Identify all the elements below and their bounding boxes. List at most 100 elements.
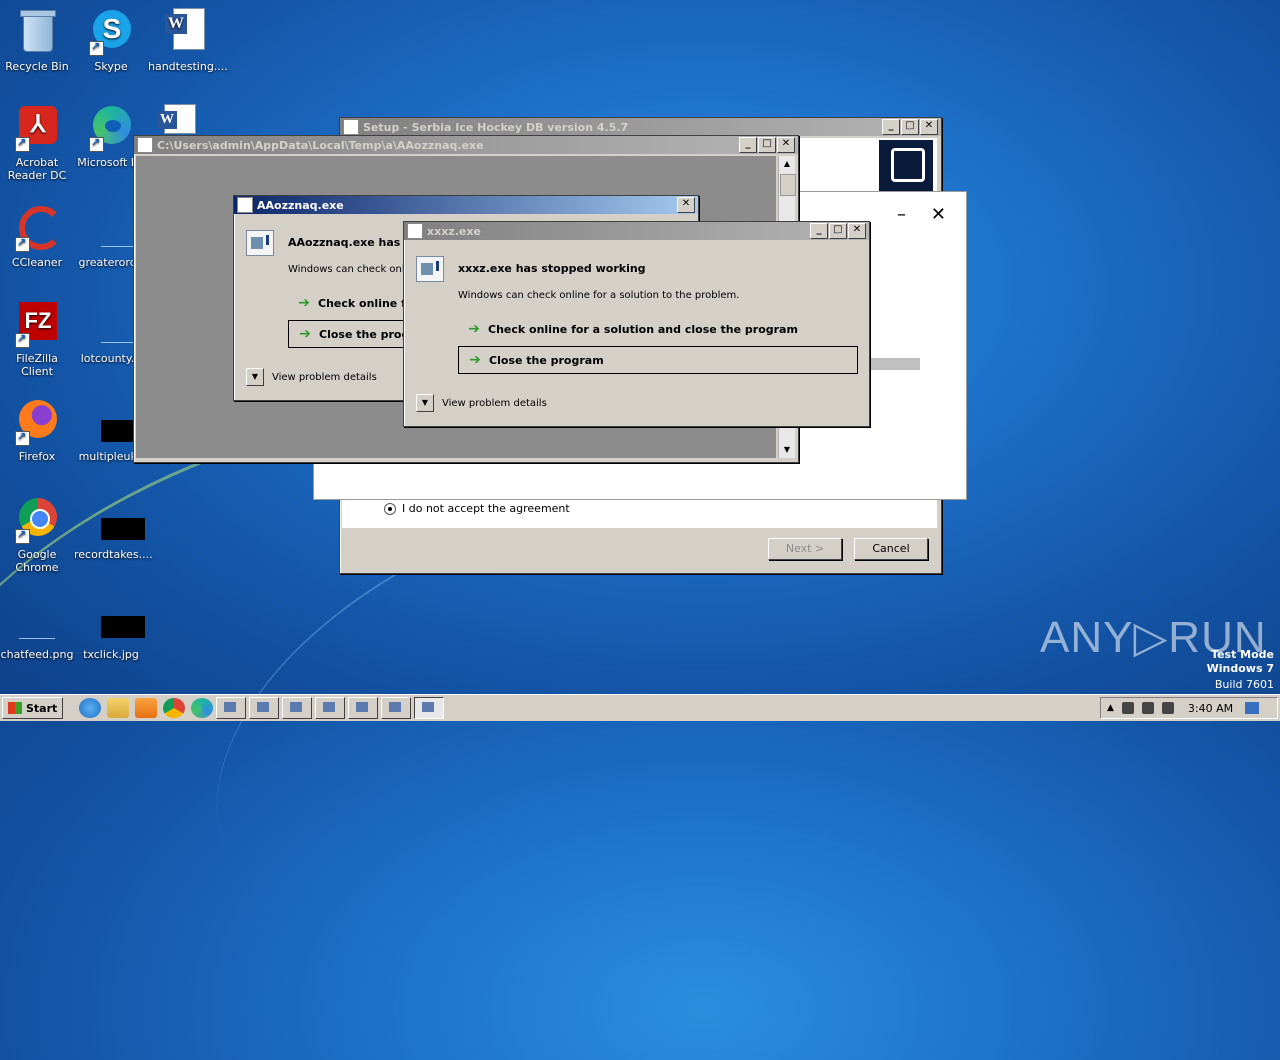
view-details-toggle[interactable]: ▼ View problem details xyxy=(246,368,377,386)
error-app-icon xyxy=(407,223,423,239)
desktop-icon-file[interactable]: chatfeed.png xyxy=(0,596,74,661)
maximize-button[interactable]: □ xyxy=(901,119,919,135)
desktop-icon-ccleaner[interactable]: CCleaner xyxy=(0,204,74,269)
green-arrow-icon: ➔ xyxy=(469,352,481,368)
tray-expand-icon[interactable]: ▲ xyxy=(1107,703,1114,713)
taskbar-task-error[interactable] xyxy=(381,697,412,719)
firefox-icon xyxy=(13,398,61,446)
scroll-up-icon[interactable]: ▲ xyxy=(779,156,795,172)
check-online-option[interactable]: ➔ Check online for a solution and close … xyxy=(458,316,856,342)
setup-wizard-icon xyxy=(879,140,933,192)
explorer-icon[interactable] xyxy=(107,698,130,718)
desktop-icon-firefox[interactable]: Firefox xyxy=(0,398,74,463)
desktop-icon-label: Acrobat Reader DC xyxy=(7,156,67,182)
scroll-down-icon[interactable]: ▼ xyxy=(779,442,795,458)
error-app-icon xyxy=(237,197,253,213)
aaozznaq-title: AAozznaq.exe xyxy=(257,198,344,212)
setup-titlebar[interactable]: Setup - Serbia Ice Hockey DB version 4.5… xyxy=(340,118,941,136)
minimize-button[interactable]: _ xyxy=(810,223,828,239)
maximize-button[interactable]: □ xyxy=(758,137,776,153)
desktop-icon-label: FileZilla Client xyxy=(16,352,58,378)
setup-title: Setup - Serbia Ice Hockey DB version 4.5… xyxy=(363,120,629,134)
taskbar-task-console[interactable] xyxy=(216,697,247,719)
start-button[interactable]: Start xyxy=(2,697,64,719)
chrome-icon[interactable] xyxy=(163,698,186,718)
console-titlebar[interactable]: C:\Users\admin\AppData\Local\Temp\a\AAoz… xyxy=(134,136,798,154)
green-arrow-icon: ➔ xyxy=(299,326,311,342)
desktop-icon-label: CCleaner xyxy=(11,256,63,269)
taskbar-task-error[interactable] xyxy=(282,697,313,719)
filezilla-icon: FZ xyxy=(13,300,61,348)
console-title: C:\Users\admin\AppData\Local\Temp\a\AAoz… xyxy=(157,138,484,152)
minimize-button[interactable]: _ xyxy=(882,119,900,135)
green-arrow-icon: ➔ xyxy=(298,295,310,311)
desktop-icon-skype[interactable]: S Skype xyxy=(74,8,148,73)
desktop-icon-chrome[interactable]: Google Chrome xyxy=(0,496,74,574)
start-label: Start xyxy=(26,701,58,715)
flag-icon[interactable] xyxy=(1161,702,1174,714)
network-icon[interactable] xyxy=(1141,702,1154,714)
expand-arrow-icon[interactable]: ▼ xyxy=(416,394,434,412)
close-button[interactable]: ✕ xyxy=(848,223,866,239)
chrome-icon xyxy=(13,496,61,544)
desktop-icon-label: recordtakes.... xyxy=(74,548,153,561)
volume-icon[interactable] xyxy=(1121,702,1134,714)
desktop-icon-recycle-bin[interactable]: Recycle Bin xyxy=(0,8,74,73)
desktop-icon-filezilla[interactable]: FZ FileZilla Client xyxy=(0,300,74,378)
desktop-icon-file[interactable]: txclick.jpg xyxy=(74,596,148,661)
next-button[interactable]: Next > xyxy=(768,538,842,560)
close-icon[interactable]: ✕ xyxy=(931,204,946,225)
edge-icon[interactable] xyxy=(191,698,214,718)
maximize-button[interactable]: □ xyxy=(829,223,847,239)
word-doc-icon: W xyxy=(161,8,209,56)
acrobat-icon: ⅄ xyxy=(13,104,61,152)
desktop-icon-label: Firefox xyxy=(18,450,56,463)
taskbar-task-error[interactable] xyxy=(249,697,280,719)
clock[interactable]: 3:40 AM xyxy=(1188,702,1233,715)
setup-app-icon xyxy=(343,119,359,135)
desktop-icon-file[interactable]: recordtakes.... xyxy=(74,496,153,561)
minimize-button[interactable]: _ xyxy=(739,137,757,153)
error-heading: xxxz.exe has stopped working xyxy=(458,262,646,275)
close-button[interactable]: ✕ xyxy=(777,137,795,153)
word-doc-icon[interactable]: W xyxy=(157,104,196,134)
xxxz-error-dialog[interactable]: xxxz.exe _ □ ✕ xxxz.exe has stopped work… xyxy=(403,221,870,427)
ccleaner-icon xyxy=(13,204,63,252)
file-icon xyxy=(13,596,61,644)
desktop-icon-word-doc[interactable]: W handtesting.... xyxy=(148,8,228,73)
cancel-button[interactable]: Cancel xyxy=(854,538,928,560)
edge-icon xyxy=(87,104,135,152)
console-app-icon xyxy=(137,137,153,153)
option-label: Close the progr xyxy=(319,327,415,341)
show-desktop-icon[interactable] xyxy=(1245,702,1260,714)
aaozznaq-titlebar[interactable]: AAozznaq.exe ✕ xyxy=(234,196,698,214)
media-player-icon[interactable] xyxy=(135,698,158,718)
xxxz-titlebar[interactable]: xxxz.exe _ □ ✕ xyxy=(404,222,869,240)
close-button[interactable]: ✕ xyxy=(677,197,695,213)
desktop-icon-label: Recycle Bin xyxy=(5,60,69,73)
close-button[interactable]: ✕ xyxy=(920,119,938,135)
file-icon xyxy=(87,496,145,544)
file-icon xyxy=(87,398,145,446)
taskbar-task-active[interactable] xyxy=(414,697,445,719)
error-subtext: Windows can check onlin xyxy=(288,264,414,275)
view-details-toggle[interactable]: ▼ View problem details xyxy=(416,394,547,412)
skype-icon: S xyxy=(87,8,135,56)
radio-not-accept[interactable]: I do not accept the agreement xyxy=(384,502,570,515)
expand-arrow-icon[interactable]: ▼ xyxy=(246,368,264,386)
scroll-thumb[interactable] xyxy=(780,174,796,196)
xxxz-title: xxxz.exe xyxy=(427,224,481,238)
desktop-icon-label: handtesting.... xyxy=(148,60,228,73)
taskbar-task-installer[interactable] xyxy=(348,697,379,719)
close-program-option[interactable]: ➔ Close the program xyxy=(458,346,858,374)
option-label: Check online for a solution and close th… xyxy=(488,322,798,336)
taskbar: Start ▲ 3:40 AM xyxy=(0,694,1280,721)
test-mode-text: Test Mode xyxy=(1211,648,1274,661)
error-window-icon xyxy=(246,230,274,256)
ie-icon[interactable] xyxy=(79,698,102,718)
desktop-icon-label: chatfeed.png xyxy=(0,648,74,661)
minimize-icon[interactable]: – xyxy=(897,204,906,225)
desktop-icon-acrobat[interactable]: ⅄ Acrobat Reader DC xyxy=(0,104,74,182)
radio-icon[interactable] xyxy=(384,502,396,515)
taskbar-task-setup[interactable] xyxy=(315,697,346,719)
